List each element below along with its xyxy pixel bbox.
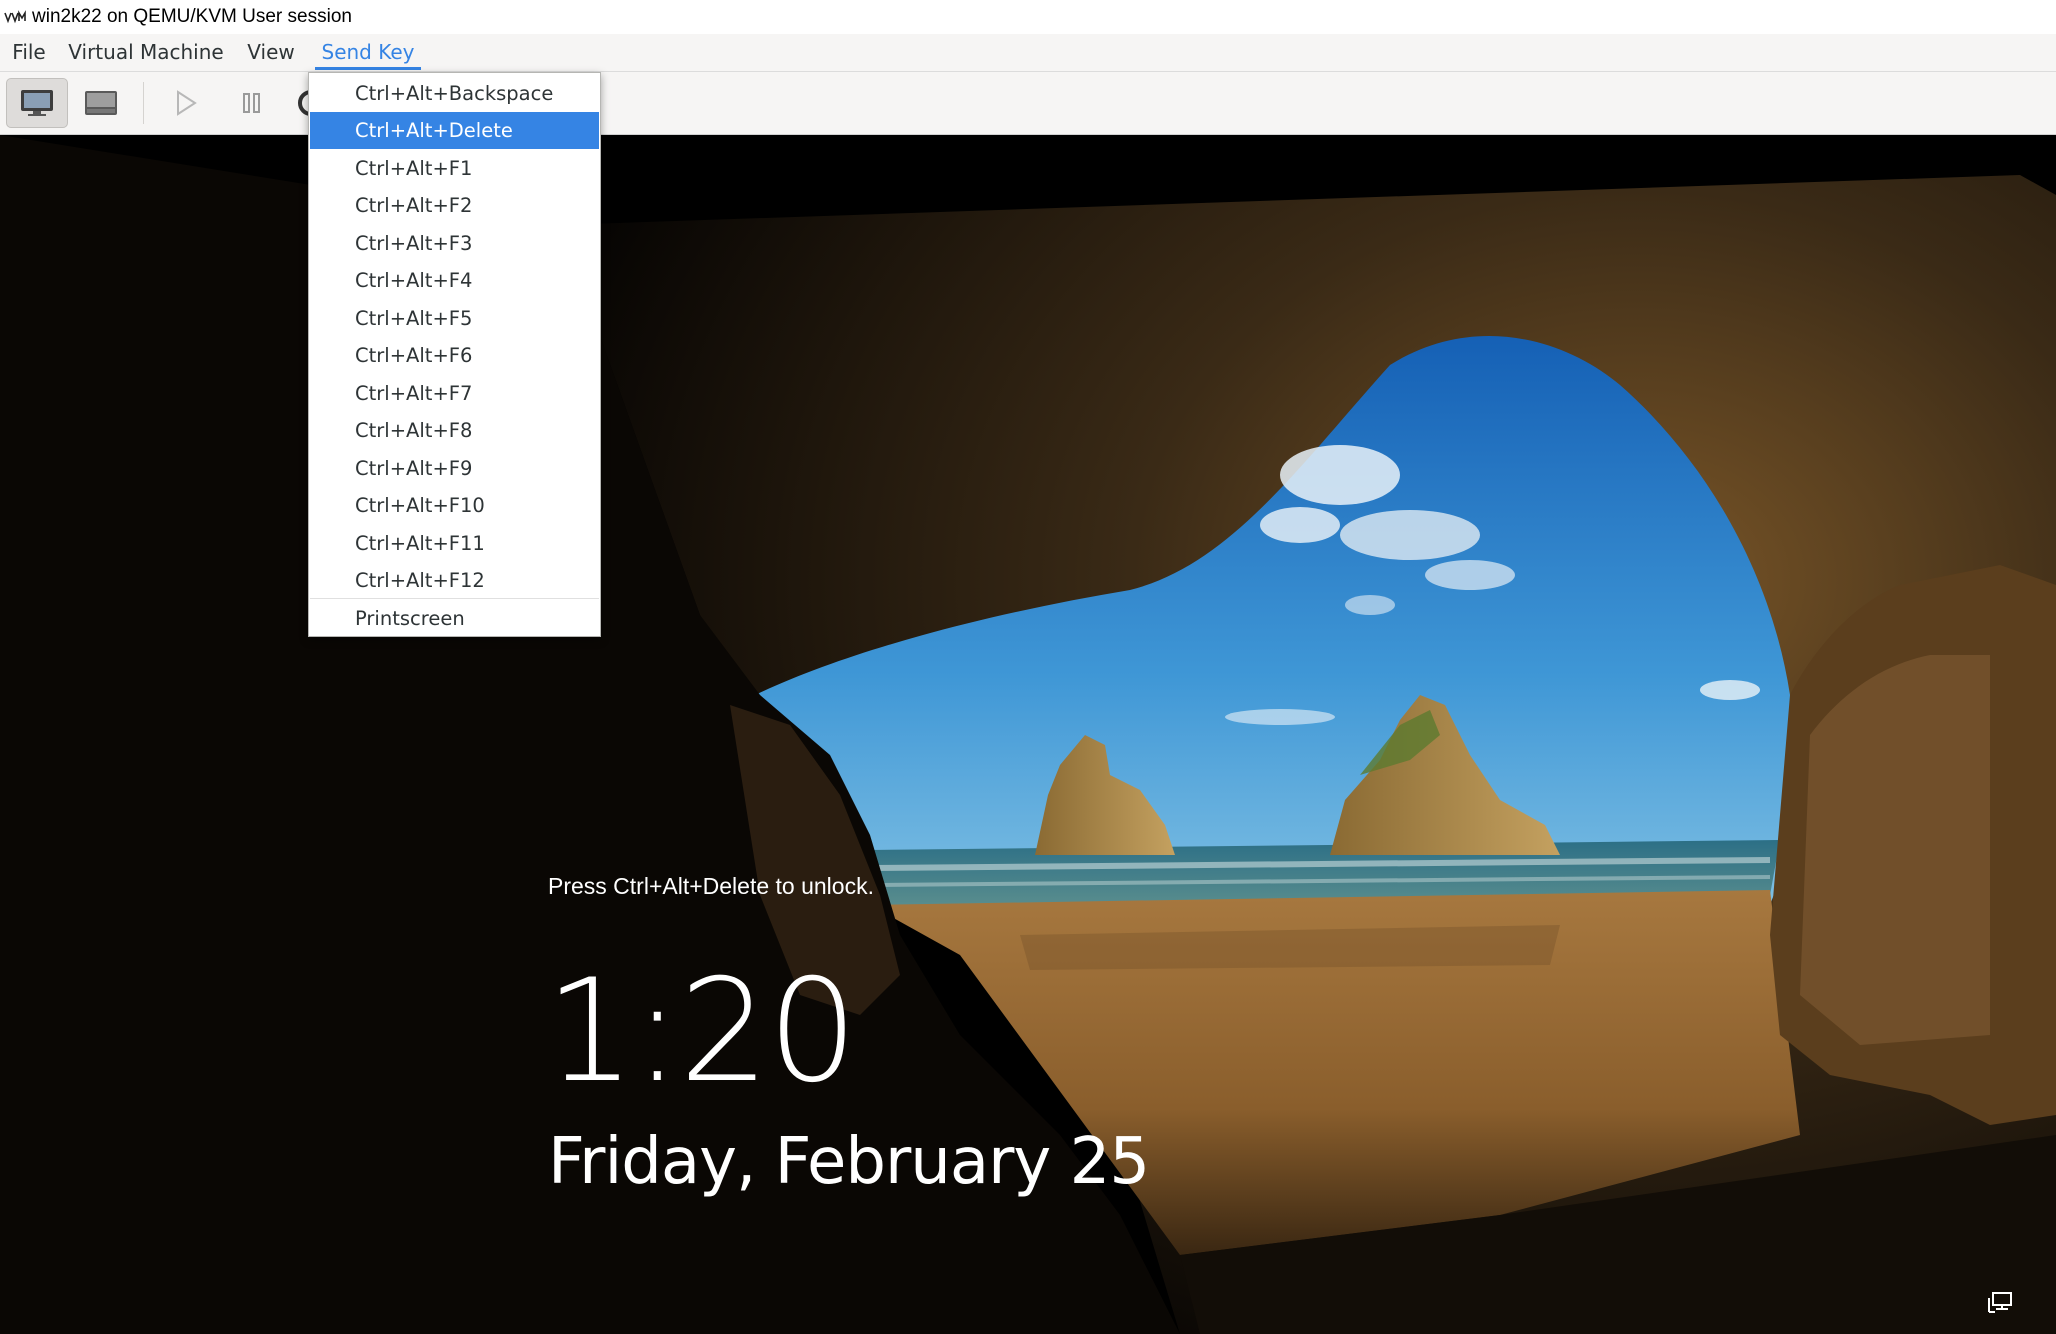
menu-item-ctrl-alt-f6[interactable]: Ctrl+Alt+F6 [310,337,599,374]
menu-separator [310,598,599,599]
vm-details-icon [85,91,117,115]
console-display-icon [21,90,53,116]
details-view-button[interactable] [70,78,132,128]
menu-item-ctrl-alt-f9[interactable]: Ctrl+Alt+F9 [310,450,599,487]
menu-virtual-machine[interactable]: Virtual Machine [66,34,226,71]
menu-item-ctrl-alt-f7[interactable]: Ctrl+Alt+F7 [310,375,599,412]
run-button[interactable] [155,78,217,128]
lock-screen-time: 1:20 [545,949,858,1114]
lock-screen-date: Friday, February 25 [548,1125,1150,1199]
unlock-hint-text: Press Ctrl+Alt+Delete to unlock. [548,873,874,899]
menu-send-key[interactable]: Send Key [315,34,421,71]
console-view-button[interactable] [6,78,68,128]
send-key-menu: Ctrl+Alt+Backspace Ctrl+Alt+Delete Ctrl+… [308,72,601,637]
menu-item-ctrl-alt-f11[interactable]: Ctrl+Alt+F11 [310,525,599,562]
menu-file[interactable]: File [8,34,50,71]
menu-item-ctrl-alt-f8[interactable]: Ctrl+Alt+F8 [310,412,599,449]
window-titlebar: win2k22 on QEMU/KVM User session [0,0,2056,34]
pause-icon [243,93,260,113]
run-icon [177,90,197,116]
menu-item-ctrl-alt-f4[interactable]: Ctrl+Alt+F4 [310,262,599,299]
virt-manager-icon [4,10,26,24]
menu-item-ctrl-alt-backspace[interactable]: Ctrl+Alt+Backspace [310,75,599,112]
menu-item-ctrl-alt-f2[interactable]: Ctrl+Alt+F2 [310,187,599,224]
menu-view[interactable]: View [244,34,298,71]
menu-item-ctrl-alt-f12[interactable]: Ctrl+Alt+F12 [310,562,599,599]
menu-item-ctrl-alt-f5[interactable]: Ctrl+Alt+F5 [310,300,599,337]
menu-item-ctrl-alt-f1[interactable]: Ctrl+Alt+F1 [310,150,599,187]
menu-bar: File Virtual Machine View Send Key [0,34,2056,72]
window-title: win2k22 on QEMU/KVM User session [32,6,352,27]
menu-item-ctrl-alt-f3[interactable]: Ctrl+Alt+F3 [310,225,599,262]
pause-button[interactable] [221,78,283,128]
menu-item-ctrl-alt-delete[interactable]: Ctrl+Alt+Delete [310,112,599,149]
toolbar-separator [143,82,144,124]
menu-item-printscreen[interactable]: Printscreen [310,600,599,637]
menu-item-ctrl-alt-f10[interactable]: Ctrl+Alt+F10 [310,487,599,524]
network-icon[interactable] [1987,1290,2013,1314]
